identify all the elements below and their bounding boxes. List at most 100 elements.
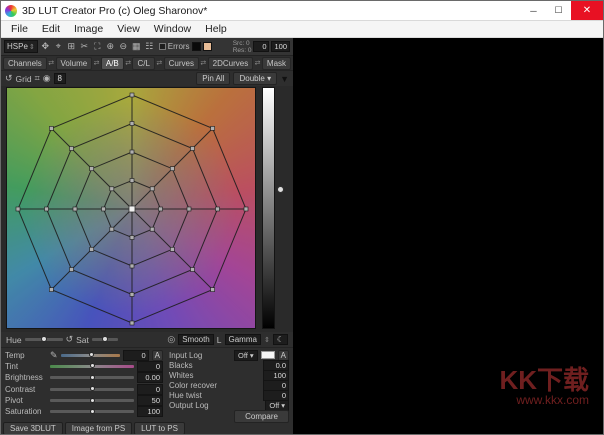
menu-edit[interactable]: Edit: [35, 23, 67, 35]
l-channel-label: L: [217, 335, 222, 345]
tint-slider-handle[interactable]: [90, 363, 95, 368]
menu-window[interactable]: Window: [147, 23, 198, 35]
pivot-slider[interactable]: [50, 399, 134, 402]
cut-tool-icon[interactable]: ✂: [79, 41, 90, 52]
foreground-color-swatch[interactable]: [192, 42, 201, 51]
blacks-label: Blacks: [169, 361, 193, 370]
input-log-select[interactable]: Off ▾: [234, 350, 258, 361]
hue-slider-handle[interactable]: [41, 336, 47, 342]
pivot-slider-handle[interactable]: [90, 398, 95, 403]
window-title: 3D LUT Creator Pro (c) Oleg Sharonov*: [22, 5, 207, 17]
saturation-slider[interactable]: [50, 410, 134, 413]
temp-slider-handle[interactable]: [89, 352, 94, 357]
close-button[interactable]: ✕: [571, 1, 603, 20]
sat-slider[interactable]: [92, 338, 118, 341]
table-view-icon[interactable]: ▦: [131, 41, 142, 52]
smooth-select[interactable]: Smooth: [178, 334, 214, 345]
white-point-swatch[interactable]: [261, 351, 275, 359]
minimize-button[interactable]: ─: [521, 1, 546, 20]
color-mode-select[interactable]: HSPe ⇕: [4, 40, 38, 53]
brightness-label: Brightness: [5, 373, 47, 382]
double-mode-select[interactable]: Double ▾: [233, 72, 277, 85]
hue-reset-icon[interactable]: ↺: [66, 334, 74, 345]
pivot-value[interactable]: 50: [137, 395, 163, 406]
color-recover-row: Color recover 0: [169, 380, 289, 390]
menu-image[interactable]: Image: [67, 23, 110, 35]
temp-value[interactable]: 0: [123, 350, 149, 361]
brightness-slider[interactable]: [50, 376, 134, 379]
image-preview-area[interactable]: KK下载 www.kkx.com: [293, 38, 603, 434]
color-recover-label: Color recover: [169, 381, 217, 390]
tab-volume[interactable]: Volume: [56, 57, 93, 70]
tint-slider[interactable]: [50, 365, 134, 368]
grid-web[interactable]: [7, 88, 257, 330]
grid-size-value[interactable]: 8: [54, 73, 66, 84]
errors-toggle[interactable]: Errors: [159, 42, 190, 51]
auto-temp-button[interactable]: A: [152, 350, 163, 361]
input-log-value: Off: [238, 351, 248, 360]
menu-view[interactable]: View: [110, 23, 147, 35]
saturation-value[interactable]: 100: [137, 406, 163, 417]
contrast-slider-handle[interactable]: [90, 386, 95, 391]
collapse-panel-icon[interactable]: ▼: [280, 74, 289, 84]
res-value: Res: 0: [233, 47, 252, 54]
hue-label: Hue: [6, 335, 22, 345]
image-from-ps-button[interactable]: Image from PS: [65, 422, 132, 435]
reset-grid-icon[interactable]: ↺: [5, 73, 13, 84]
whites-row: Whites 100: [169, 370, 289, 380]
slider-row-contrast: Contrast 0: [5, 384, 163, 394]
luminance-gradient-bar[interactable]: [262, 87, 275, 329]
toolbar-value-a[interactable]: 0: [253, 41, 269, 52]
tab-cl[interactable]: C/L: [132, 57, 154, 70]
tab-curves[interactable]: Curves: [164, 57, 199, 70]
hue-slider[interactable]: [25, 338, 63, 341]
sphere-mode-icon[interactable]: ◉: [43, 73, 51, 84]
toolbar-value-b[interactable]: 100: [271, 41, 290, 52]
contrast-slider[interactable]: [50, 388, 134, 391]
lut-to-ps-button[interactable]: LUT to PS: [134, 422, 185, 435]
pin-all-button[interactable]: Pin All: [196, 72, 230, 85]
select-tool-icon[interactable]: ⛶: [92, 41, 103, 52]
color-mode-value: HSPe: [7, 42, 28, 51]
brightness-value[interactable]: 0.00: [137, 372, 163, 383]
luminance-handle[interactable]: [277, 186, 284, 193]
save-3dlut-button[interactable]: Save 3DLUT: [3, 422, 63, 435]
zoom-in-icon[interactable]: ⊕: [105, 41, 116, 52]
errors-label: Errors: [168, 42, 190, 51]
dark-mode-toggle[interactable]: ☾: [273, 334, 288, 345]
tint-value[interactable]: 0: [137, 361, 163, 372]
footer-actions: Save 3DLUT Image from PS LUT to PS: [1, 422, 185, 435]
saturation-slider-handle[interactable]: [90, 409, 95, 414]
output-log-select[interactable]: Off ▾: [265, 400, 289, 411]
grid-density-icon[interactable]: ⌗: [35, 73, 40, 84]
smooth-icon[interactable]: ◎: [167, 334, 175, 345]
errors-checkbox[interactable]: [159, 43, 166, 50]
grid-tool-icon[interactable]: ⊞: [66, 41, 77, 52]
sample-color-swatch[interactable]: [203, 42, 212, 51]
tool-panel: HSPe ⇕ ✥ ⌖ ⊞ ✂ ⛶ ⊕ ⊖ ▦ ☷ Errors Src: 0 R…: [1, 38, 293, 434]
brightness-slider-handle[interactable]: [90, 375, 95, 380]
mode-spinner-icon[interactable]: ⇕: [29, 43, 35, 51]
rows-view-icon[interactable]: ☷: [144, 41, 155, 52]
eyedropper-icon[interactable]: ✎: [50, 350, 58, 361]
tab-mask[interactable]: Mask: [262, 57, 291, 70]
app-icon: [5, 5, 17, 17]
move-tool-icon[interactable]: ✥: [40, 41, 51, 52]
swap-arrows-icon: ⇄: [156, 59, 163, 67]
sat-slider-handle[interactable]: [102, 336, 108, 342]
menu-file[interactable]: File: [4, 23, 35, 35]
ab-color-grid[interactable]: [6, 87, 256, 329]
input-log-row: Input Log Off ▾ A: [169, 350, 289, 360]
target-tool-icon[interactable]: ⌖: [53, 41, 64, 52]
tab-2dcurves[interactable]: 2DCurves: [208, 57, 254, 70]
zoom-out-icon[interactable]: ⊖: [118, 41, 129, 52]
maximize-button[interactable]: ☐: [546, 1, 571, 20]
tab-channels[interactable]: Channels: [3, 57, 47, 70]
gamma-spinner-icon[interactable]: ⇕: [264, 336, 270, 344]
tab-ab[interactable]: A/B: [101, 57, 124, 70]
gamma-select[interactable]: Gamma: [225, 334, 261, 345]
contrast-value[interactable]: 0: [137, 384, 163, 395]
temp-slider[interactable]: [61, 354, 120, 357]
compare-button[interactable]: Compare: [234, 410, 289, 423]
menu-help[interactable]: Help: [198, 23, 234, 35]
